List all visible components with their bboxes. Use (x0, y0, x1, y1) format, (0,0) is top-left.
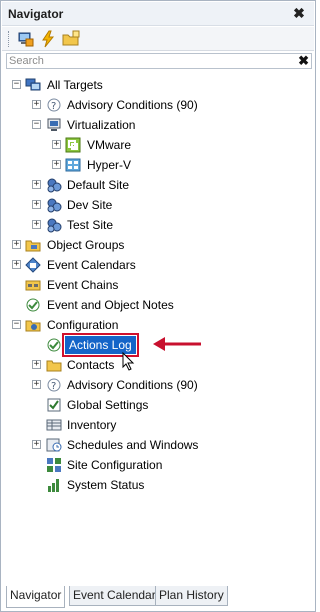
navigator-panel: Navigator ✖ ✖ (0, 0, 316, 612)
tree-label: Test Site (67, 218, 114, 232)
tree-label: Hyper-V (87, 158, 132, 172)
collapse-toggle[interactable]: − (12, 320, 21, 329)
tab-navigator[interactable]: Navigator (6, 586, 66, 608)
chain-icon (25, 277, 41, 293)
search-input[interactable] (9, 54, 295, 68)
tree-label: System Status (67, 478, 145, 492)
expand-toggle[interactable]: + (12, 240, 21, 249)
lightning-icon (42, 30, 55, 48)
tree-label: Object Groups (47, 238, 125, 252)
tree-label: Advisory Conditions (90) (67, 378, 198, 392)
tab-plan-history[interactable]: Plan History (155, 586, 228, 606)
tree-label: Event and Object Notes (47, 298, 174, 312)
expand-toggle[interactable]: + (52, 140, 61, 149)
expand-toggle[interactable]: + (32, 360, 41, 369)
tree-item-hyperv[interactable]: + Hyper-V (6, 155, 306, 175)
tree-item-global-settings[interactable]: Global Settings (6, 395, 306, 415)
tree-label: Virtualization (67, 118, 136, 132)
tree-label: VMware (87, 138, 132, 152)
navigator-tree: − All Targets + ? Advisory Conditions (9… (6, 73, 312, 573)
tree-item-advisory-conditions[interactable]: + ? Advisory Conditions (90) (6, 95, 306, 115)
tree-label: Inventory (67, 418, 117, 432)
expand-toggle[interactable]: + (32, 200, 41, 209)
mouse-cursor-icon (122, 352, 135, 371)
inventory-icon (46, 417, 62, 433)
close-icon[interactable]: ✖ (292, 5, 306, 21)
folder-add-button[interactable] (61, 29, 81, 49)
tree-label: Site Configuration (67, 458, 163, 472)
tree-item-system-status[interactable]: System Status (6, 475, 306, 495)
tree-item-object-groups[interactable]: + Object Groups (6, 235, 306, 255)
advisory-icon: ? (46, 377, 62, 393)
tree-item-site-configuration[interactable]: Site Configuration (6, 455, 306, 475)
site-icon (46, 217, 62, 233)
tree-item-virtualization[interactable]: − Virtualization (6, 115, 306, 135)
collapse-toggle[interactable]: − (12, 80, 21, 89)
checkbox-settings-icon (46, 397, 62, 413)
system-status-icon (46, 477, 62, 493)
tree-label: Global Settings (67, 398, 149, 412)
site-icon (46, 177, 62, 193)
object-groups-icon (25, 237, 41, 253)
tree-label: All Targets (47, 78, 103, 92)
expand-toggle[interactable]: + (12, 260, 21, 269)
folder-add-icon (62, 30, 80, 46)
computer-add-icon (18, 32, 34, 47)
add-target-button[interactable] (15, 29, 35, 49)
tab-event-calendar[interactable]: Event Calendar (69, 586, 160, 606)
clear-search-icon[interactable]: ✖ (298, 53, 309, 69)
tree-label: Advisory Conditions (90) (67, 98, 198, 112)
tree-item-test-site[interactable]: + Test Site (6, 215, 306, 235)
expand-toggle[interactable]: + (32, 180, 41, 189)
collapse-toggle[interactable]: − (32, 120, 41, 129)
tree-item-inventory[interactable]: Inventory (6, 415, 306, 435)
tree-item-advisory-conditions-config[interactable]: + ? Advisory Conditions (90) (6, 375, 306, 395)
tree-item-schedules-windows[interactable]: + Schedules and Windows (6, 435, 306, 455)
tree-label: Event Chains (47, 278, 119, 292)
tree-item-configuration[interactable]: − Configuration (6, 315, 306, 335)
expand-toggle[interactable]: + (32, 220, 41, 229)
configuration-icon (25, 317, 41, 333)
tree-item-event-chains[interactable]: Event Chains (6, 275, 306, 295)
tree-label: Event Calendars (47, 258, 136, 272)
expand-toggle[interactable]: + (32, 100, 41, 109)
tree-item-contacts[interactable]: + Contacts (6, 355, 306, 375)
panel-title-bar: Navigator ✖ (2, 2, 314, 26)
toolbar (2, 27, 314, 51)
site-configuration-icon (46, 457, 62, 473)
svg-text:?: ? (51, 381, 56, 392)
expand-toggle[interactable]: + (32, 380, 41, 389)
site-icon (46, 197, 62, 213)
calendar-icon (25, 257, 41, 273)
tree-label: Configuration (47, 318, 119, 332)
annotation-arrow (153, 337, 201, 351)
tree-label: Default Site (67, 178, 130, 192)
expand-toggle[interactable]: + (32, 440, 41, 449)
tree-item-event-calendars[interactable]: + Event Calendars (6, 255, 306, 275)
tree-label: Contacts (67, 358, 115, 372)
schedule-icon (46, 437, 62, 453)
tree-label: Schedules and Windows (67, 438, 199, 452)
tree-item-dev-site[interactable]: + Dev Site (6, 195, 306, 215)
all-targets-icon (25, 77, 41, 93)
tree-item-event-object-notes[interactable]: Event and Object Notes (6, 295, 306, 315)
actions-log-icon (46, 337, 62, 353)
bottom-tab-strip: Navigator Event Calendar Plan History (6, 586, 316, 608)
contacts-icon (46, 357, 62, 373)
tree-item-default-site[interactable]: + Default Site (6, 175, 306, 195)
panel-title: Navigator (8, 7, 64, 21)
toolbar-grip[interactable] (8, 31, 11, 47)
vmware-icon (65, 137, 81, 153)
virtualization-icon (46, 117, 62, 133)
expand-toggle[interactable]: + (52, 160, 61, 169)
tree-label: Dev Site (67, 198, 113, 212)
lightning-button[interactable] (38, 29, 58, 49)
svg-text:?: ? (51, 101, 56, 112)
search-box: ✖ (6, 53, 312, 69)
tree-item-vmware[interactable]: + VMware (6, 135, 306, 155)
advisory-icon: ? (46, 97, 62, 113)
notes-icon (25, 297, 41, 313)
hyperv-icon (65, 157, 81, 173)
tree-item-all-targets[interactable]: − All Targets (6, 75, 306, 95)
